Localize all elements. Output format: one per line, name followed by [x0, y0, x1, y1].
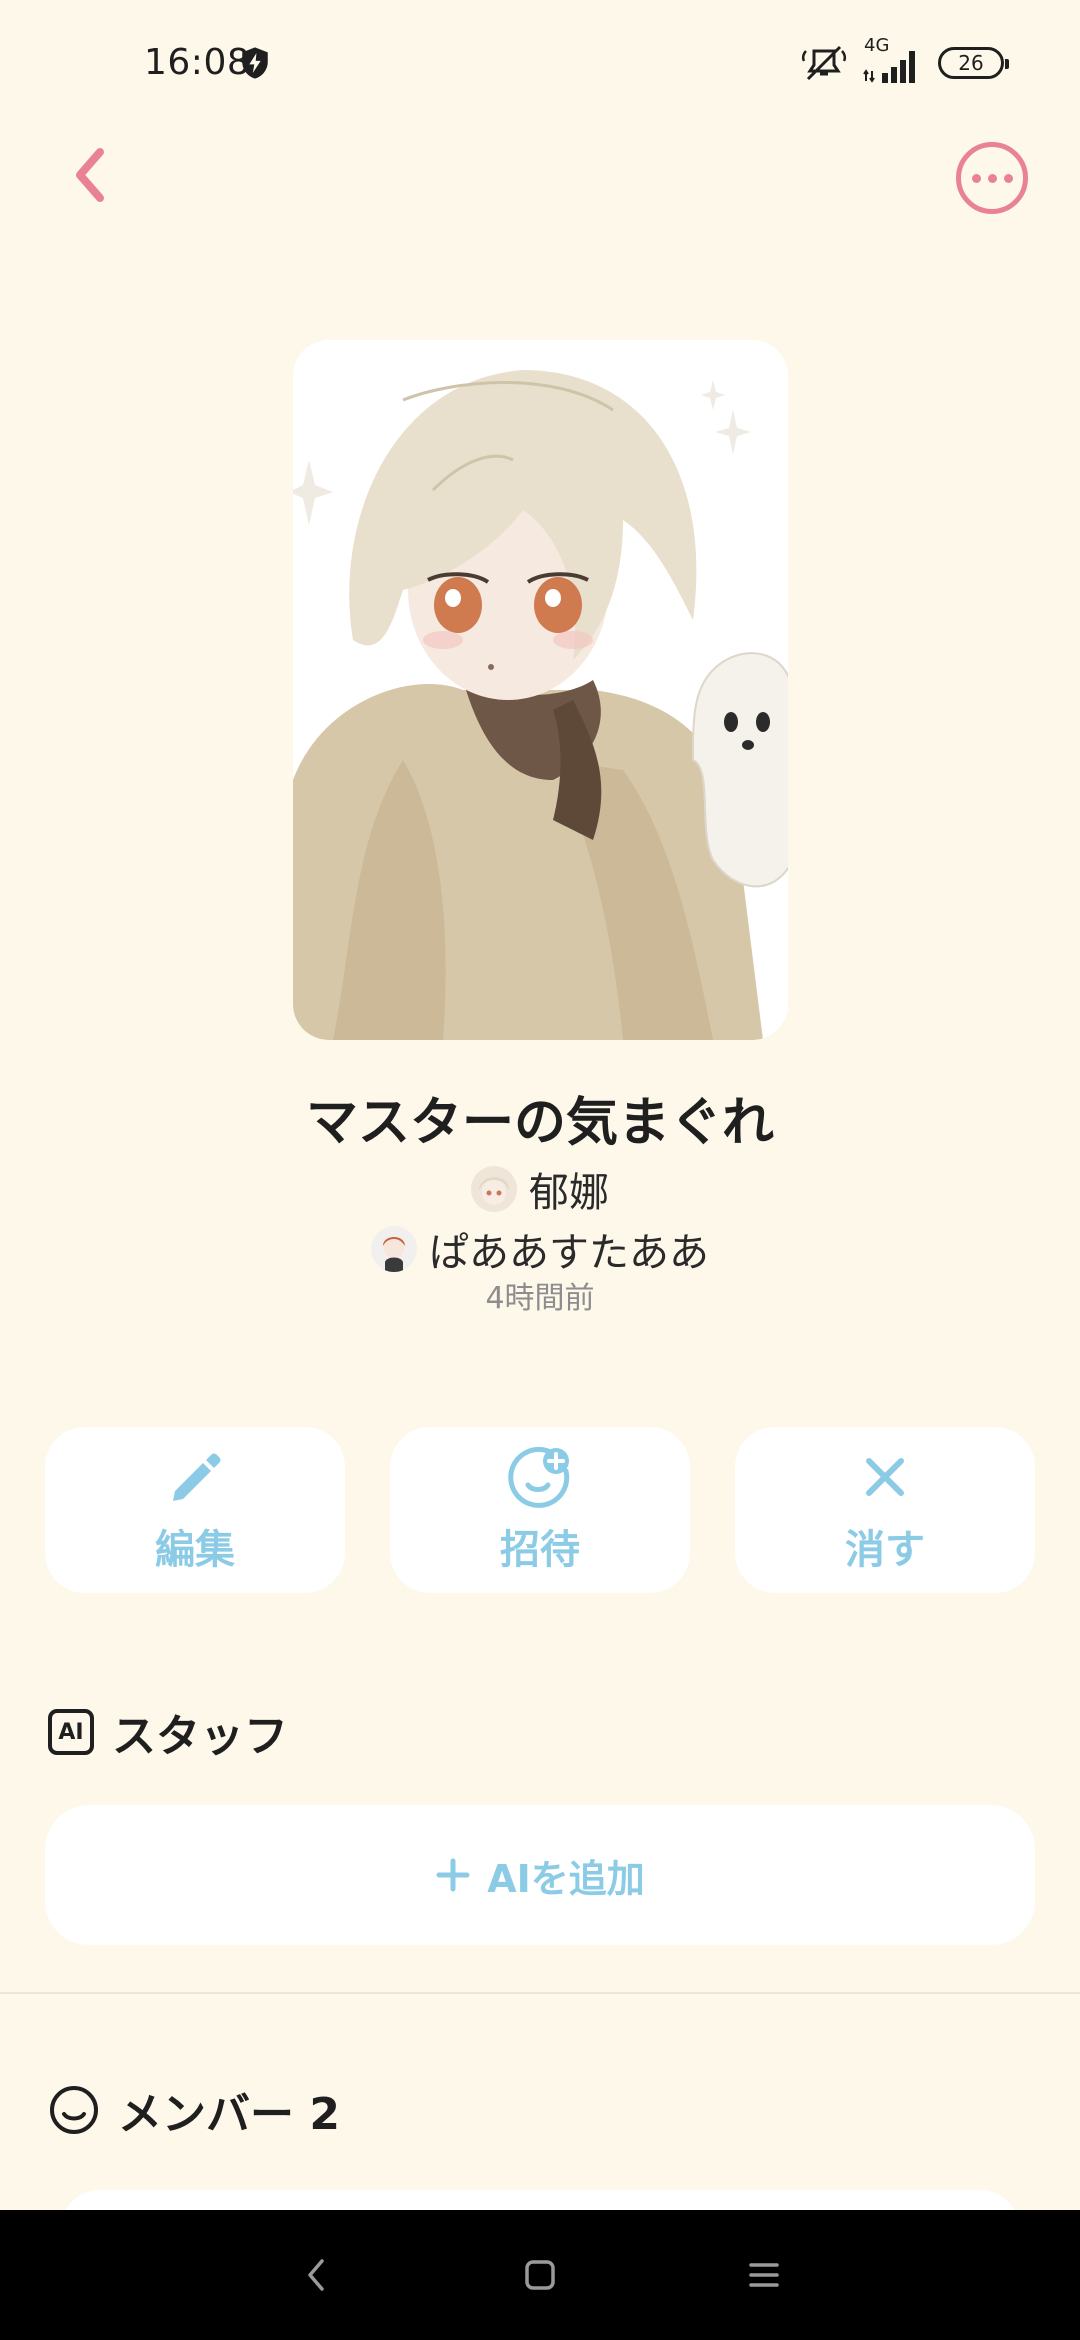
battery-level: 26 [958, 51, 984, 75]
owner-name: 郁娜 [529, 1170, 609, 1216]
invite-icon [508, 1446, 570, 1508]
action-row: 編集 招待 消す [45, 1427, 1035, 1593]
status-icons: 4G 26 [800, 35, 1009, 86]
owner-avatar [471, 1166, 517, 1212]
chevron-left-icon [76, 148, 104, 202]
add-ai-button[interactable]: AIを追加 [45, 1805, 1035, 1945]
invite-button[interactable]: 招待 [390, 1427, 690, 1593]
more-horizontal-icon [971, 173, 981, 183]
nav-home-icon [525, 2260, 555, 2290]
plus-icon [436, 1858, 470, 1892]
owner-row[interactable]: 郁娜 [0, 1160, 1080, 1218]
battery-icon: 26 [938, 47, 1009, 79]
creator-row[interactable]: ぱああすたああ [0, 1220, 1080, 1278]
smile-icon [50, 2086, 98, 2134]
delete-button[interactable]: 消す [735, 1427, 1035, 1593]
members-title: メンバー 2 [118, 2089, 340, 2140]
nav-recents-button[interactable] [742, 2253, 786, 2297]
add-ai-label: AIを追加 [487, 1856, 645, 1901]
nav-home-button[interactable] [518, 2253, 562, 2297]
more-button[interactable] [956, 142, 1028, 214]
nav-back-button[interactable] [294, 2253, 338, 2297]
creator-avatar [371, 1226, 417, 1272]
room-title: マスターの気まぐれ [305, 1093, 774, 1153]
delete-label: 消す [845, 1527, 925, 1573]
nav-menu-icon [749, 2263, 779, 2287]
edit-button[interactable]: 編集 [45, 1427, 345, 1593]
close-icon [866, 1458, 904, 1496]
ai-badge-icon: AI [48, 1709, 94, 1755]
system-nav-bar [0, 2210, 1080, 2340]
members-heading: メンバー 2 [48, 2078, 340, 2142]
status-time: 16:08 [144, 42, 251, 83]
shield-icon [242, 47, 268, 79]
signal-icon: 4G [862, 35, 924, 85]
pencil-icon [173, 1453, 221, 1501]
edit-label: 編集 [155, 1527, 235, 1573]
updated-time: 4時間前 [485, 1281, 595, 1316]
nav-back-icon [308, 2259, 324, 2291]
cover-illustration [293, 340, 788, 1040]
invite-label: 招待 [500, 1527, 580, 1573]
staff-title: スタッフ [112, 1711, 288, 1762]
back-button[interactable] [60, 140, 120, 210]
mute-icon [801, 45, 847, 81]
section-divider [0, 1992, 1080, 1994]
creator-name: ぱああすたああ [429, 1230, 709, 1276]
staff-heading: AI スタッフ [48, 1700, 288, 1764]
status-bar: 16:08 4G 26 [0, 0, 1080, 130]
room-cover-image[interactable] [293, 340, 788, 1040]
